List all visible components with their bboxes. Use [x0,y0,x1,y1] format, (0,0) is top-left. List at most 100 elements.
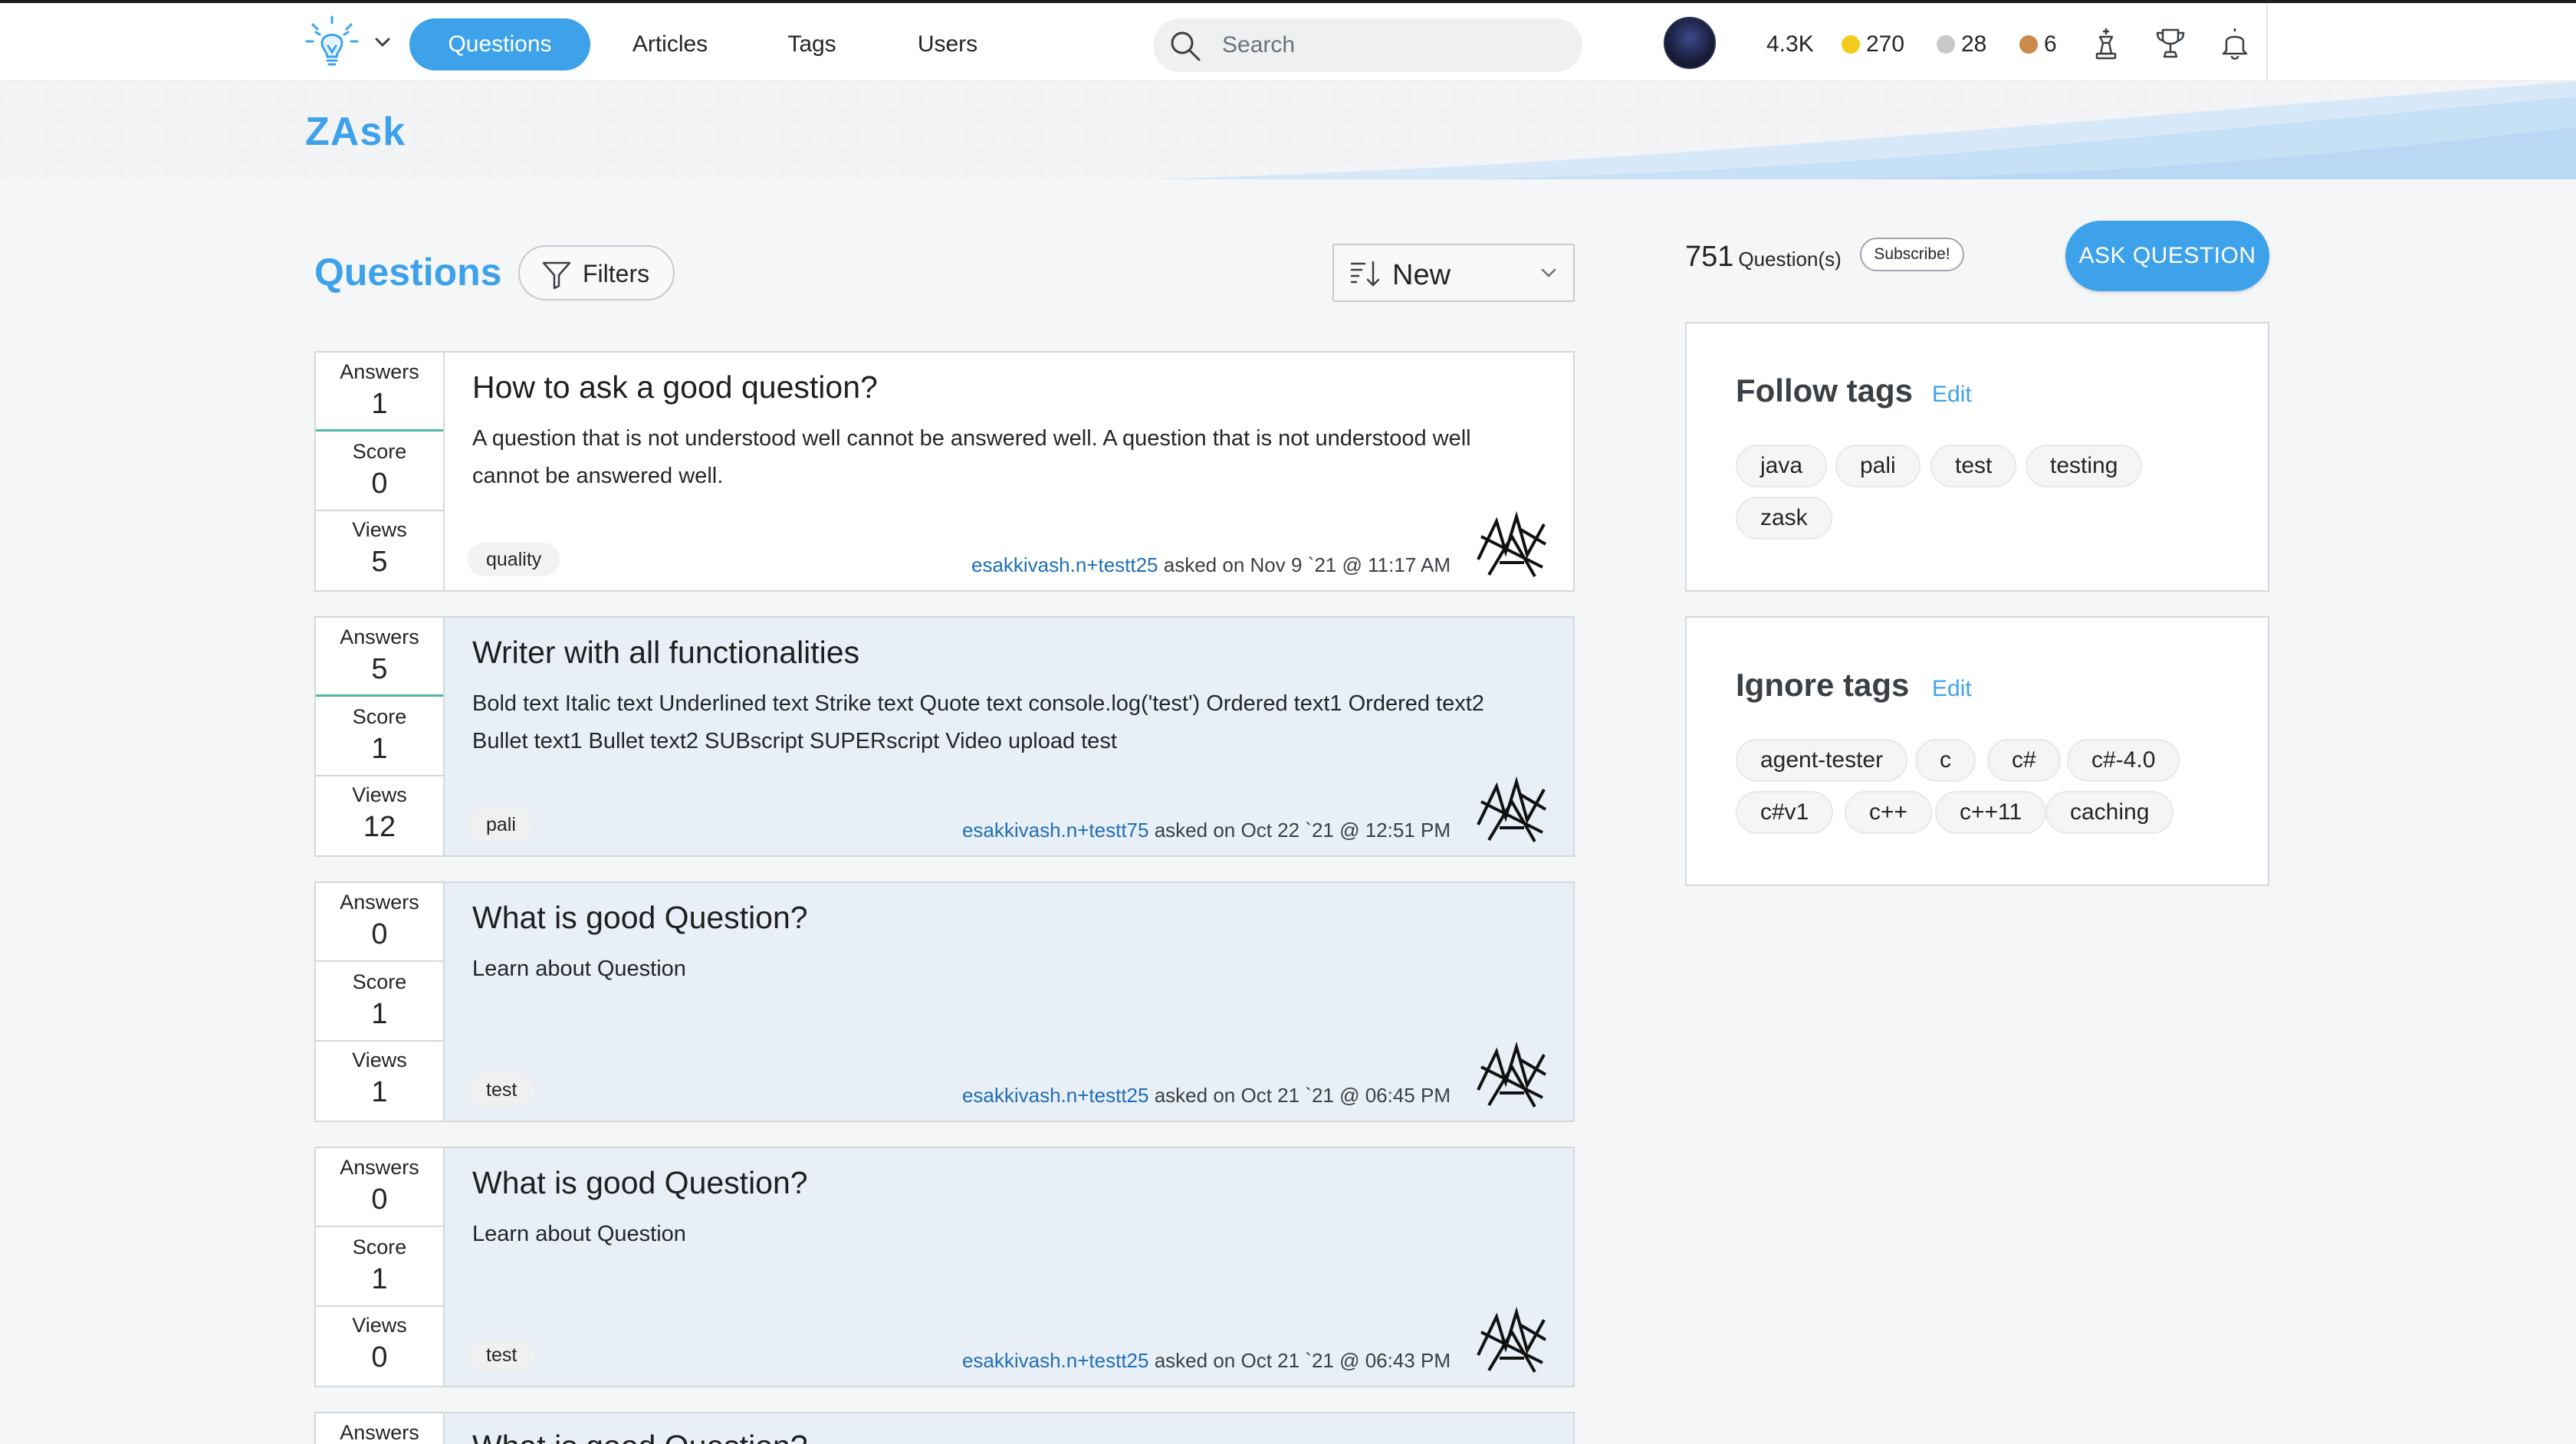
filters-button[interactable]: Filters [518,245,675,300]
chess-king-icon[interactable] [2088,26,2124,61]
score-stat: Score 1 [316,1228,443,1307]
author-avatar[interactable] [1474,1036,1550,1113]
silver-badge-count: 28 [1961,31,1987,57]
ignore-tag[interactable]: c [1915,739,1976,782]
question-meta: esakkivash.n+testt25 asked on Oct 21 `21… [962,1349,1451,1373]
question-card[interactable]: Answers 0 Score 1 Views 1 What is good Ques… [314,881,1575,1122]
nav-divider [2266,3,2268,84]
follow-tag[interactable]: test [1930,445,2017,487]
views-stat: Views 5 [316,510,443,589]
question-card[interactable]: Answers 0 Score 1 Views 0 What is good Ques… [314,1147,1575,1387]
follow-tag[interactable]: pali [1835,445,1921,487]
question-tag[interactable]: quality [468,543,560,576]
answers-label: Answers [340,360,419,383]
follow-tag[interactable]: java [1736,445,1828,487]
tab-users[interactable]: Users [894,18,1001,71]
answers-label: Answers [340,625,419,648]
bulb-logo-icon[interactable] [305,14,359,69]
question-card[interactable]: Answers 5 Score 1 Views 12 Writer with all … [314,616,1575,857]
bronze-badge-count: 6 [2044,31,2057,57]
tab-tags[interactable]: Tags [764,18,860,71]
question-stats: Answers 0 Score 1 Views 0 [316,1148,445,1386]
ignore-tag[interactable]: c++ [1845,791,1933,834]
ignore-tag[interactable]: agent-tester [1736,739,1908,782]
author-avatar[interactable] [1474,1301,1550,1378]
question-meta: esakkivash.n+testt75 asked on Oct 22 `21… [962,819,1451,842]
question-title[interactable]: How to ask a good question? [472,369,878,405]
question-title[interactable]: What is good Question? [472,1429,808,1444]
question-excerpt: Learn about Question [472,957,686,981]
tab-questions[interactable]: Questions [409,18,590,71]
filter-icon [542,261,571,290]
score-count: 1 [371,1263,388,1295]
reputation-count: 4.3K [1766,31,1814,57]
question-excerpt: A question that is not understood well c… [472,426,1471,488]
answers-stat: Answers [316,1413,443,1444]
question-meta: esakkivash.n+testt25 asked on Nov 9 `21 … [971,553,1451,577]
question-tag[interactable]: test [468,1338,536,1372]
tab-articles[interactable]: Articles [609,18,731,71]
question-excerpt: Learn about Question [472,1222,686,1246]
gold-badges: 270 [1842,29,1904,60]
score-label: Score [352,970,407,993]
views-stat: Views 12 [316,776,443,855]
ignore-tag[interactable]: c# [1987,739,2061,782]
question-title[interactable]: What is good Question? [472,900,808,936]
question-title[interactable]: Writer with all functionalities [472,635,859,671]
bronze-badge-icon [2019,35,2038,54]
follow-tags-panel: Follow tags Edit java pali test testing … [1685,322,2269,592]
score-stat: Score 0 [316,432,443,511]
score-count: 1 [371,733,388,765]
silver-badge-icon [1937,35,1955,54]
views-count: 5 [371,546,388,578]
views-label: Views [352,518,407,541]
sort-icon [1350,261,1380,287]
site-banner: ZAsk [0,81,2576,179]
author-avatar[interactable] [1474,506,1550,583]
author-avatar[interactable] [1474,771,1550,848]
ignore-tags-edit-link[interactable]: Edit [1932,676,1972,702]
views-stat: Views 1 [316,1041,443,1120]
follow-tags-edit-link[interactable]: Edit [1932,382,1972,408]
follow-tag[interactable]: testing [2026,445,2143,487]
ignore-tags-panel: Ignore tags Edit agent-tester c c# c#-4.… [1685,616,2269,886]
answers-count: 0 [371,1183,388,1216]
answers-stat: Answers 0 [316,1148,443,1227]
ask-question-button[interactable]: ASK QUESTION [2065,221,2269,291]
answers-stat: Answers 5 [316,618,443,697]
asked-timestamp: asked on Oct 21 `21 @ 06:43 PM [1154,1349,1451,1372]
question-card[interactable]: Answers 1 Score 0 Views 5 How to ask a good… [314,351,1575,592]
views-label: Views [352,1314,407,1337]
ignore-tag[interactable]: c#-4.0 [2067,739,2180,782]
bell-icon[interactable] [2217,26,2252,61]
search-box [1153,18,1582,72]
ignore-tag[interactable]: c#v1 [1736,791,1834,834]
question-stats: Answers 0 Score 1 Views 1 [316,883,445,1121]
answers-count: 1 [371,388,388,420]
chevron-down-icon[interactable] [373,32,393,52]
site-title[interactable]: ZAsk [305,109,406,155]
answers-label: Answers [340,1156,419,1179]
search-input[interactable] [1222,18,1559,72]
question-stats: Answers 1 Score 0 Views 5 [316,353,445,590]
gold-badge-icon [1842,35,1860,54]
follow-tag[interactable]: zask [1736,497,1832,540]
question-tag[interactable]: test [468,1073,536,1107]
author-link[interactable]: esakkivash.n+testt75 [962,819,1149,842]
asked-timestamp: asked on Oct 21 `21 @ 06:45 PM [1154,1084,1451,1107]
score-label: Score [352,705,407,728]
question-tag[interactable]: pali [468,808,534,842]
author-link[interactable]: esakkivash.n+testt25 [962,1084,1149,1107]
user-avatar[interactable] [1664,17,1716,69]
views-count: 1 [371,1076,388,1108]
question-card[interactable]: Answers What is good Question? [314,1412,1575,1444]
ignore-tag[interactable]: caching [2045,791,2174,834]
question-meta: esakkivash.n+testt25 asked on Oct 21 `21… [962,1084,1451,1108]
question-title[interactable]: What is good Question? [472,1165,808,1201]
author-link[interactable]: esakkivash.n+testt25 [971,553,1158,576]
sort-dropdown[interactable]: New [1332,244,1575,302]
ignore-tag[interactable]: c++11 [1935,791,2047,834]
subscribe-button[interactable]: Subscribe! [1860,238,1964,271]
author-link[interactable]: esakkivash.n+testt25 [962,1349,1149,1372]
trophy-icon[interactable] [2153,26,2188,61]
